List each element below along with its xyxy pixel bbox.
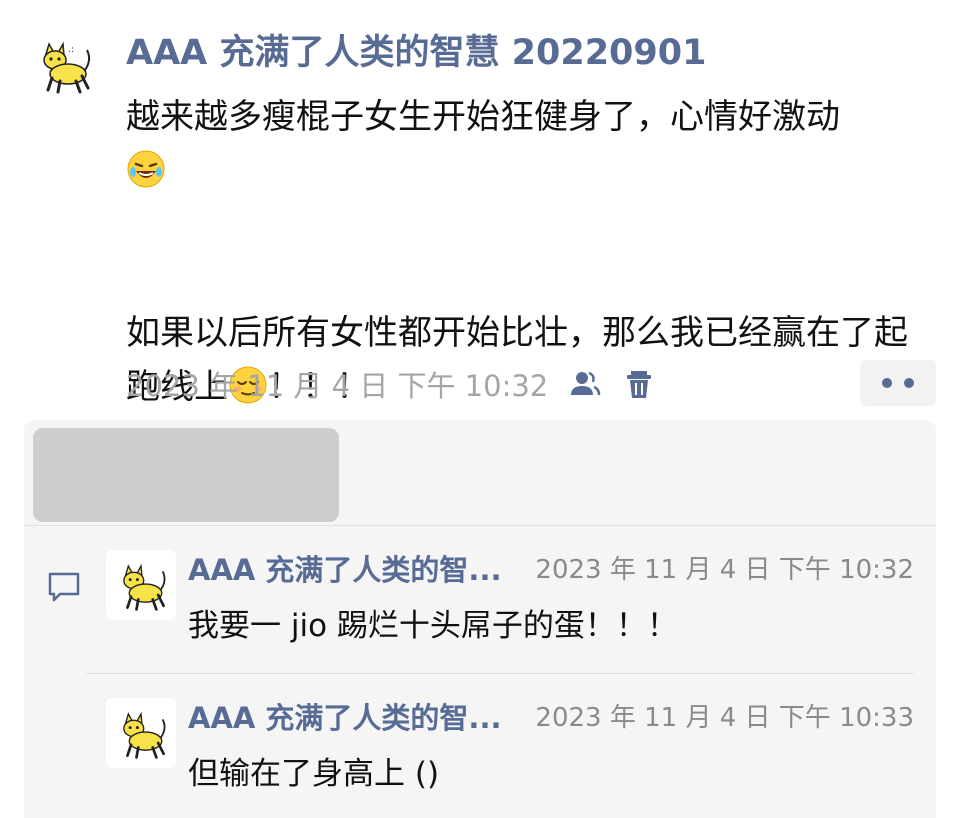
post-text-line1: 越来越多瘦棍子女生开始狂健身了，心情好激动 bbox=[126, 97, 840, 137]
author-avatar[interactable]: .: bbox=[32, 34, 94, 96]
more-options-button[interactable] bbox=[860, 360, 936, 406]
cat-avatar-icon bbox=[123, 711, 166, 759]
delete-icon[interactable] bbox=[622, 367, 656, 401]
comment-author[interactable]: AAA 充满了人类的智... bbox=[188, 550, 501, 590]
cat-avatar-icon bbox=[123, 563, 166, 611]
friends-visibility-icon[interactable] bbox=[568, 367, 602, 401]
divider bbox=[24, 525, 936, 526]
more-options-icon bbox=[882, 378, 892, 388]
comment-item[interactable]: AAA 充满了人类的智... 2023 年 11 月 4 日 下午 10:33 … bbox=[106, 698, 914, 808]
comment-time: 2023 年 11 月 4 日 下午 10:33 bbox=[535, 703, 914, 733]
cat-avatar-icon: .: bbox=[43, 41, 91, 94]
comment-divider bbox=[86, 673, 914, 674]
comment-avatar[interactable] bbox=[106, 698, 176, 768]
post-author-name[interactable]: AAA 充满了人类的智慧 20220901 bbox=[126, 30, 706, 76]
comment-avatar[interactable] bbox=[106, 550, 176, 620]
comment-icon bbox=[48, 572, 80, 602]
redacted-likes-area bbox=[33, 428, 339, 522]
comment-author[interactable]: AAA 充满了人类的智... bbox=[188, 698, 501, 738]
comment-text: 但输在了身高上 () bbox=[188, 756, 440, 792]
svg-text:.:: .: bbox=[68, 45, 74, 55]
comment-time: 2023 年 11 月 4 日 下午 10:32 bbox=[535, 555, 914, 585]
post-timestamp: 2023 年 11 月 4 日 下午 10:32 bbox=[126, 369, 549, 403]
comment-text: 我要一 jio 踢烂十头屌子的蛋！！！ bbox=[188, 608, 678, 644]
comment-item[interactable]: AAA 充满了人类的智... 2023 年 11 月 4 日 下午 10:32 … bbox=[106, 550, 914, 660]
post-meta: 2023 年 11 月 4 日 下午 10:32 bbox=[126, 362, 656, 406]
more-options-icon-dot bbox=[904, 378, 914, 388]
comments-panel: AAA 充满了人类的智... 2023 年 11 月 4 日 下午 10:32 … bbox=[24, 420, 936, 818]
laughing-tears-emoji bbox=[127, 150, 165, 188]
